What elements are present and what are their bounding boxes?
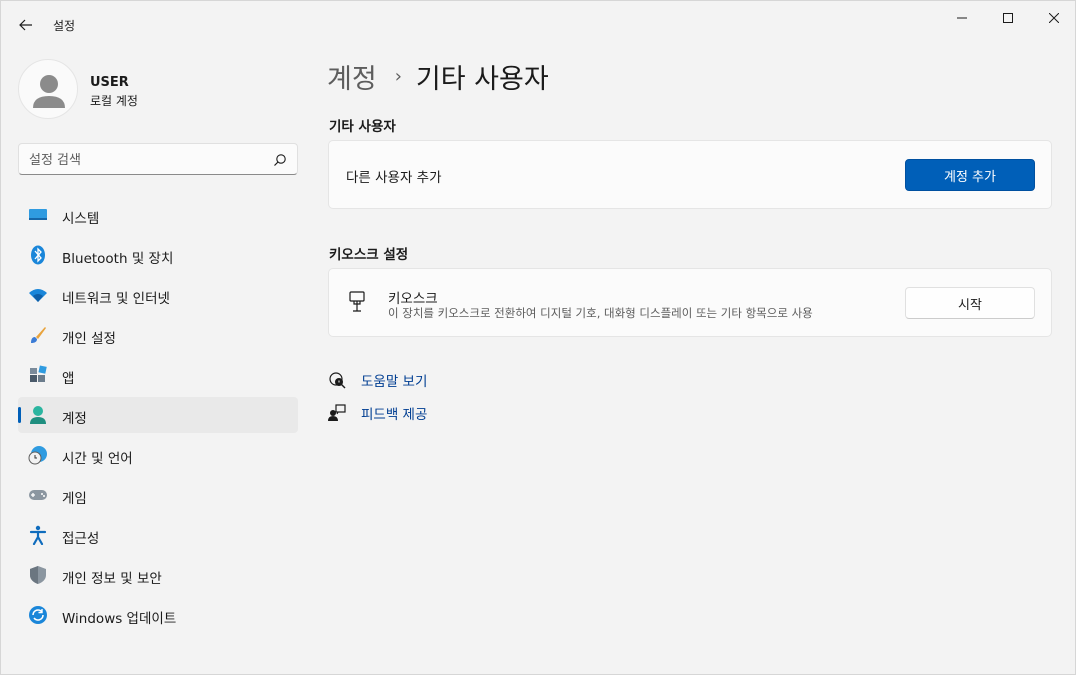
- arrow-left-icon: [19, 19, 32, 31]
- sidebar-item-label: 개인 설정: [62, 331, 116, 347]
- gamepad-icon: [28, 485, 48, 505]
- settings-window: 설정 USER 로컬 계정 시스템: [0, 0, 1076, 675]
- kiosk-start-button[interactable]: 시작: [905, 287, 1035, 319]
- minimize-icon: [957, 17, 967, 19]
- kiosk-icon: [349, 291, 365, 312]
- sidebar-item-accounts[interactable]: 계정: [18, 397, 298, 433]
- help-icon: [328, 371, 346, 389]
- kiosk-title: 키오스크: [388, 291, 438, 307]
- title-bar: 설정: [1, 1, 1075, 49]
- kiosk-description: 이 장치를 키오스크로 전환하여 디지털 기호, 대화형 디스플레이 또는 기타…: [388, 306, 813, 320]
- add-user-label: 다른 사용자 추가: [346, 170, 442, 186]
- globe-clock-icon: [28, 445, 48, 465]
- maximize-button[interactable]: [985, 1, 1031, 35]
- back-button[interactable]: [11, 11, 41, 39]
- search-input[interactable]: [29, 150, 269, 170]
- bluetooth-icon: [28, 245, 48, 265]
- kiosk-card: 키오스크 이 장치를 키오스크로 전환하여 디지털 기호, 대화형 디스플레이 …: [328, 268, 1052, 337]
- sidebar-item-personalization[interactable]: 개인 설정: [18, 317, 298, 353]
- wifi-icon: [28, 285, 48, 305]
- sidebar-item-accessibility[interactable]: 접근성: [18, 517, 298, 553]
- sidebar-item-bluetooth[interactable]: Bluetooth 및 장치: [18, 237, 298, 273]
- sidebar-item-gaming[interactable]: 게임: [18, 477, 298, 513]
- close-button[interactable]: [1031, 1, 1076, 35]
- sidebar-nav: 시스템 Bluetooth 및 장치 네트워크 및 인터넷 개인 설정 앱 계정…: [18, 197, 298, 637]
- sidebar-item-network[interactable]: 네트워크 및 인터넷: [18, 277, 298, 313]
- breadcrumb: 계정 › 기타 사용자: [327, 57, 549, 96]
- help-link[interactable]: 도움말 보기: [328, 370, 427, 390]
- sidebar-item-label: 계정: [62, 411, 87, 427]
- account-type: 로컬 계정: [90, 94, 138, 108]
- app-title: 설정: [53, 19, 76, 33]
- sidebar-item-label: 접근성: [62, 531, 100, 547]
- sidebar-item-apps[interactable]: 앱: [18, 357, 298, 393]
- shield-icon: [28, 565, 48, 585]
- help-link-text[interactable]: 도움말 보기: [361, 370, 427, 390]
- sidebar-item-label: 앱: [62, 371, 75, 387]
- page-title: 기타 사용자: [415, 64, 549, 95]
- breadcrumb-separator: ›: [394, 66, 402, 87]
- search-icon[interactable]: [273, 153, 287, 167]
- sidebar-item-label: 개인 정보 및 보안: [62, 571, 162, 587]
- feedback-link-text[interactable]: 피드백 제공: [361, 403, 427, 423]
- user-name: USER: [90, 75, 129, 90]
- breadcrumb-parent[interactable]: 계정: [327, 57, 377, 96]
- avatar[interactable]: [18, 59, 78, 119]
- sidebar-item-label: 시스템: [62, 211, 100, 227]
- sidebar-item-label: Windows 업데이트: [62, 611, 177, 627]
- add-account-button[interactable]: 계정 추가: [905, 159, 1035, 191]
- section-title-other-users: 기타 사용자: [329, 119, 396, 135]
- close-icon: [1049, 13, 1059, 23]
- sidebar-item-label: 게임: [62, 491, 87, 507]
- feedback-link[interactable]: 피드백 제공: [328, 403, 427, 423]
- paintbrush-icon: [28, 325, 48, 345]
- windows-update-icon: [28, 605, 48, 625]
- minimize-button[interactable]: [939, 1, 985, 35]
- sidebar-item-windows-update[interactable]: Windows 업데이트: [18, 597, 298, 633]
- sidebar-item-label: 시간 및 언어: [62, 451, 133, 467]
- apps-icon: [28, 365, 48, 385]
- section-title-kiosk: 키오스크 설정: [329, 247, 409, 263]
- feedback-icon: [328, 404, 346, 422]
- sidebar-item-privacy[interactable]: 개인 정보 및 보안: [18, 557, 298, 593]
- sidebar-item-system[interactable]: 시스템: [18, 197, 298, 233]
- sidebar-item-label: 네트워크 및 인터넷: [62, 291, 170, 307]
- account-icon: [28, 405, 48, 425]
- user-silhouette-icon: [33, 75, 65, 108]
- search-box[interactable]: [18, 143, 298, 175]
- accessibility-icon: [28, 525, 48, 545]
- sidebar-item-label: Bluetooth 및 장치: [62, 251, 174, 267]
- maximize-icon: [1003, 13, 1013, 23]
- system-monitor-icon: [28, 205, 48, 225]
- sidebar-item-time-language[interactable]: 시간 및 언어: [18, 437, 298, 473]
- add-user-card: 다른 사용자 추가 계정 추가: [328, 140, 1052, 209]
